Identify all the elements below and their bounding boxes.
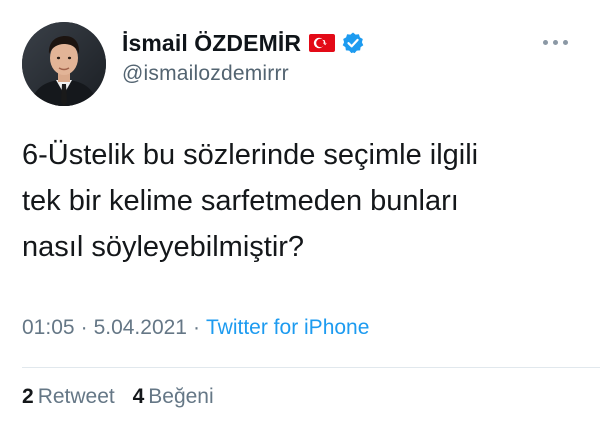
like-count: 4 <box>132 385 145 408</box>
meta-separator: · <box>193 316 200 339</box>
meta-separator: · <box>80 316 88 339</box>
tweet-time[interactable]: 01:05 <box>22 316 75 339</box>
avatar[interactable] <box>22 22 106 106</box>
verified-badge-icon <box>341 31 365 55</box>
user-info: İsmail ÖZDEMİR @ismailozdemirrr <box>122 28 365 86</box>
retweet-count: 2 <box>22 385 34 408</box>
display-name[interactable]: İsmail ÖZDEMİR <box>122 30 301 57</box>
like-count-link[interactable]: 4 Beğeni <box>133 385 214 409</box>
tweet-text: 6-Üstelik bu sözlerinde seçimle ilgili t… <box>22 132 582 270</box>
tweet-card: İsmail ÖZDEMİR @ismailozdemirrr 6-Üsteli… <box>0 0 600 431</box>
turkey-flag-icon <box>309 34 336 52</box>
retweet-count-link[interactable]: 2 Retweet <box>22 385 115 409</box>
tweet-stats: 2 Retweet 4 Beğeni <box>22 385 226 409</box>
more-dot-icon <box>542 39 548 45</box>
tweet-meta: 01:05 · 5.04.2021 · Twitter for iPhone <box>22 316 369 340</box>
more-dot-icon <box>562 39 568 45</box>
retweet-label: Retweet <box>37 385 115 408</box>
like-label: Beğeni <box>148 385 214 408</box>
name-row: İsmail ÖZDEMİR <box>122 28 365 58</box>
tweet-text-line: nasıl söyleyebilmiştir? <box>22 231 305 263</box>
tweet-text-line: tek bir kelime sarfetmeden bunları <box>22 185 459 217</box>
divider <box>22 367 600 368</box>
avatar-portrait-icon <box>22 22 106 106</box>
more-options-button[interactable] <box>538 32 572 52</box>
tweet-text-line: 6-Üstelik bu sözlerinde seçimle ilgili <box>22 139 479 171</box>
user-handle[interactable]: @ismailozdemirrr <box>122 62 365 86</box>
more-dot-icon <box>552 39 558 45</box>
tweet-header: İsmail ÖZDEMİR @ismailozdemirrr <box>22 20 582 106</box>
tweet-date[interactable]: 5.04.2021 <box>94 316 187 339</box>
tweet-source-link[interactable]: Twitter for iPhone <box>206 316 369 339</box>
